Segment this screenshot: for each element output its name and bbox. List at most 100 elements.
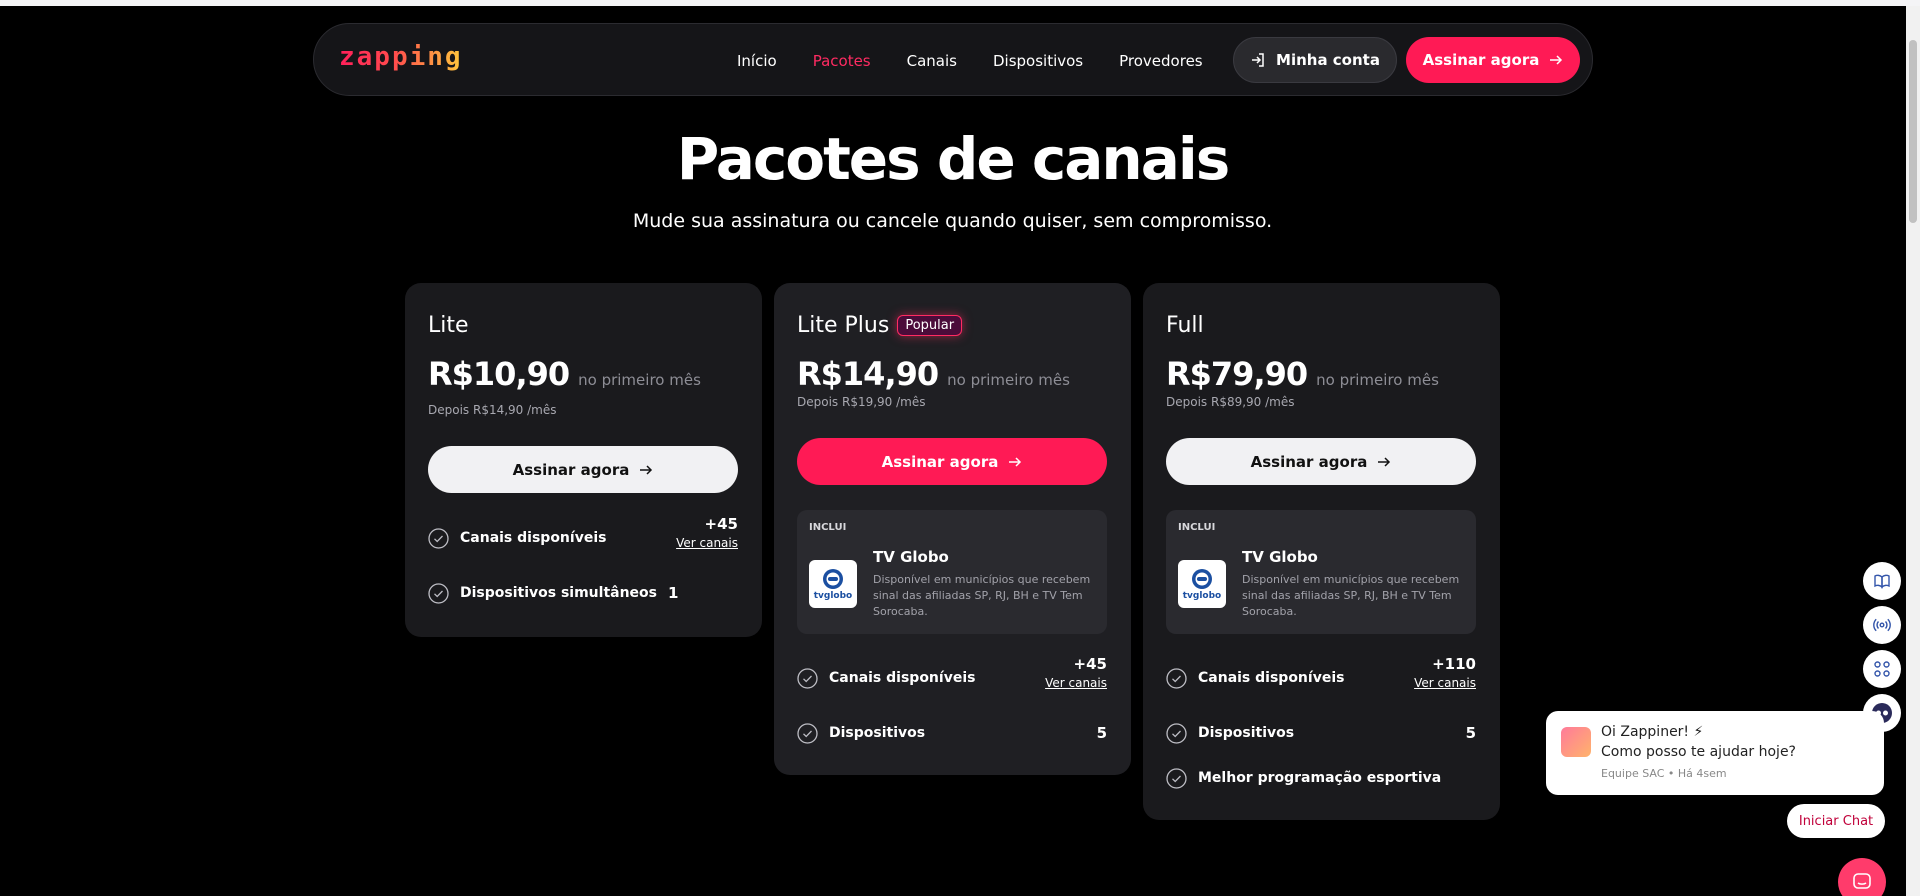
chat-meta: Equipe SAC • Há 4sem [1601,767,1727,780]
tvglobo-logo-text: tvglobo [813,590,853,601]
chat-question: Como posso te ajudar hoje? [1601,744,1796,760]
page-subtitle: Mude sua assinatura ou cancele quando qu… [632,210,1273,232]
chat-popup[interactable]: Oi Zappiner! ⚡ Como posso te ajudar hoje… [1546,711,1884,795]
nav-canais[interactable]: Canais [907,52,957,70]
globo-icon [823,568,843,589]
start-chat-button[interactable]: Iniciar Chat [1787,804,1885,838]
account-button[interactable]: Minha conta [1233,37,1397,83]
feature-label: Dispositivos [1198,725,1295,741]
nav-pacotes[interactable]: Pacotes [813,52,871,70]
account-button-label: Minha conta [1276,51,1380,69]
feature-label: Canais disponíveis [460,530,607,546]
feature-sports: Melhor programação esportiva [1166,758,1476,798]
chat-launcher-button[interactable] [1838,858,1886,896]
chat-icon [1853,873,1871,889]
arrow-right-icon [640,464,653,475]
includes-box: INCLUI tvglobo TV Globo Disponível em mu… [1166,510,1476,634]
zapping-logo[interactable]: zapping [339,42,463,72]
nav-inicio[interactable]: Início [737,52,777,70]
includes-description: Disponível em municípios que recebem sin… [873,573,1091,618]
check-circle-icon [1166,767,1187,789]
includes-label: INCLUI [1178,522,1216,533]
feature-channels: Canais disponíveis +45 Ver canais [797,655,1107,698]
see-channels-link[interactable]: Ver canais [1045,676,1107,690]
feature-value: +110 [1432,655,1476,673]
header-subscribe-button[interactable]: Assinar agora [1406,37,1580,83]
subscribe-button-lite[interactable]: Assinar agora [428,446,738,493]
subscribe-button-lite-plus[interactable]: Assinar agora [797,438,1107,485]
plan-price-note: no primeiro mês [947,371,1070,389]
reader-mode-button[interactable] [1863,562,1901,600]
arrow-right-icon [1009,456,1022,467]
plan-after-price: Depois R$89,90 /mês [1166,395,1295,409]
agent-avatar [1561,727,1591,757]
plan-price: R$79,90 [1166,355,1308,393]
scrollbar-thumb[interactable] [1909,40,1917,223]
tvglobo-logo: tvglobo [1178,560,1226,608]
plan-card-lite-plus: Lite Plus Popular R$14,90 no primeiro mê… [774,283,1131,775]
plan-card-lite: Lite R$10,90 no primeiro mês Depois R$14… [405,283,762,637]
login-icon [1252,53,1264,67]
feature-label: Dispositivos [829,725,926,741]
tvglobo-logo-text: tvglobo [1182,590,1222,601]
check-circle-icon [428,527,449,549]
arrow-right-icon [1550,55,1563,65]
feature-value: 5 [1096,724,1107,742]
feature-devices: Dispositivos 5 [1166,713,1476,753]
nav-dispositivos[interactable]: Dispositivos [993,52,1083,70]
main-nav: Início Pacotes Canais Dispositivos Prove… [737,24,1239,97]
plan-after-price: Depois R$14,90 /mês [428,403,557,417]
subscribe-button-full[interactable]: Assinar agora [1166,438,1476,485]
plan-name: Full [1166,313,1204,338]
feature-value: 5 [1465,724,1476,742]
tvglobo-logo: tvglobo [809,560,857,608]
feature-value: +45 [704,515,738,533]
check-circle-icon [1166,722,1187,744]
feature-label: Canais disponíveis [829,670,976,686]
header-subscribe-label: Assinar agora [1422,51,1540,69]
plan-price-note: no primeiro mês [578,371,701,389]
check-circle-icon [797,667,818,689]
plan-card-full: Full R$79,90 no primeiro mês Depois R$89… [1143,283,1500,820]
includes-title: TV Globo [873,548,949,566]
plan-price-note: no primeiro mês [1316,371,1439,389]
check-circle-icon [797,722,818,744]
browser-top-strip [0,0,1920,6]
nav-provedores[interactable]: Provedores [1119,52,1202,70]
book-icon [1874,574,1890,589]
feature-label: Melhor programação esportiva [1198,770,1442,786]
subscribe-label: Assinar agora [881,452,999,471]
plan-price: R$10,90 [428,355,570,393]
broadcast-button[interactable] [1863,606,1901,644]
apps-icon [1874,661,1890,677]
arrow-right-icon [1378,456,1391,467]
feature-value: 1 [668,584,679,602]
plan-name: Lite [428,313,469,338]
check-circle-icon [428,582,449,604]
feature-label: Dispositivos simultâneos [460,585,658,601]
feature-devices: Dispositivos simultâneos 1 [428,573,738,613]
feature-channels: Canais disponíveis +110 Ver canais [1166,655,1476,698]
see-channels-link[interactable]: Ver canais [1414,676,1476,690]
feature-value: +45 [1073,655,1107,673]
includes-description: Disponível em municípios que recebem sin… [1242,573,1460,618]
plan-price: R$14,90 [797,355,939,393]
feature-channels: Canais disponíveis +45 Ver canais [428,515,738,558]
includes-label: INCLUI [809,522,847,533]
plan-name: Lite Plus [797,313,890,338]
site-header: zapping Início Pacotes Canais Dispositiv… [313,23,1593,96]
includes-title: TV Globo [1242,548,1318,566]
includes-box: INCLUI tvglobo TV Globo Disponível em mu… [797,510,1107,634]
feature-label: Canais disponíveis [1198,670,1345,686]
chat-greeting: Oi Zappiner! ⚡ [1601,724,1704,740]
see-channels-link[interactable]: Ver canais [676,536,738,550]
check-circle-icon [1166,667,1187,689]
apps-button[interactable] [1863,650,1901,688]
globo-icon [1192,568,1212,589]
popular-badge: Popular [897,315,963,336]
subscribe-label: Assinar agora [512,460,630,479]
plan-after-price: Depois R$19,90 /mês [797,395,926,409]
broadcast-icon [1873,618,1891,632]
subscribe-label: Assinar agora [1250,452,1368,471]
feature-devices: Dispositivos 5 [797,713,1107,753]
